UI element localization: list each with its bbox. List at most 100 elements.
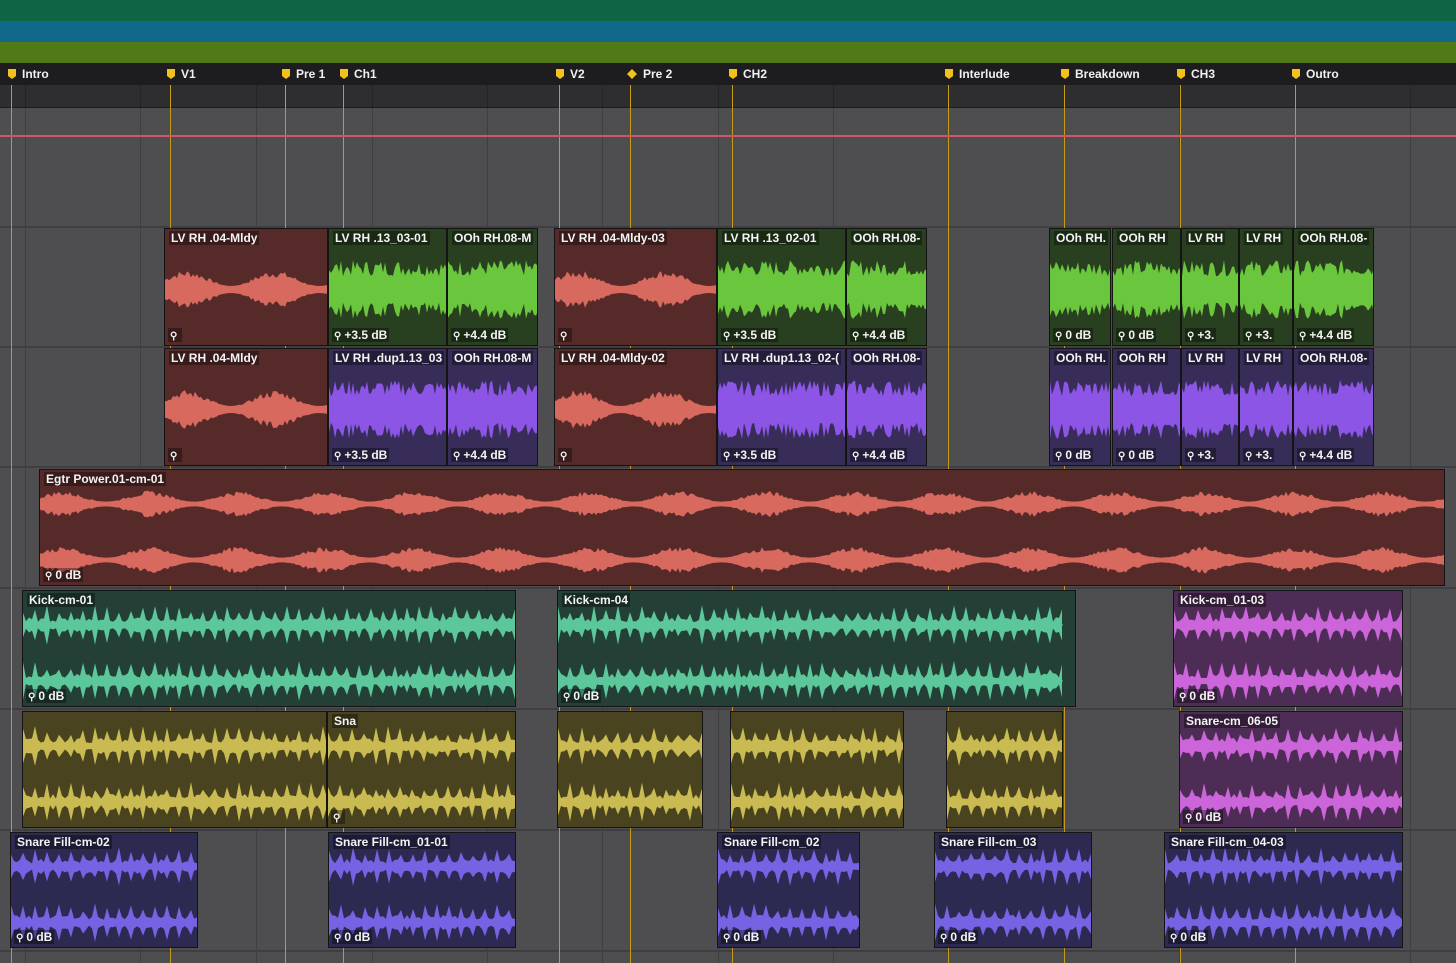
clip-gain[interactable]: ⚲ <box>558 448 573 462</box>
clip-vocal-a[interactable]: LV RH .13_02-01 ⚲ +3.5 dB <box>717 228 846 346</box>
clip-gain[interactable]: ⚲ +4.4 dB <box>850 448 908 462</box>
clip-gain[interactable]: ⚲ 0 dB <box>1116 328 1157 342</box>
clip-gain[interactable]: ⚲ 0 dB <box>1177 689 1218 703</box>
marker[interactable]: Pre 2 <box>627 63 672 85</box>
clip-vocal-b[interactable]: OOh RH ⚲ 0 dB <box>1112 348 1181 466</box>
clip-gain[interactable]: ⚲ <box>558 328 573 342</box>
clip-gain[interactable]: ⚲ 0 dB <box>561 689 602 703</box>
clip-snare[interactable]: ⚲ <box>946 711 1063 828</box>
clip-gain[interactable]: ⚲ 0 dB <box>721 930 762 944</box>
clip-gain[interactable]: ⚲ 0 dB <box>1168 930 1209 944</box>
clip-vocal-b[interactable]: LV RH ⚲ +3. <box>1239 348 1293 466</box>
clip-gain[interactable]: ⚲ <box>331 810 346 824</box>
clip-vocal-b[interactable]: LV RH .dup1.13_03 ⚲ +3.5 dB <box>328 348 447 466</box>
marker-ruler[interactable] <box>0 63 1456 85</box>
clip-vocal-a[interactable]: LV RH .13_03-01 ⚲ +3.5 dB <box>328 228 447 346</box>
clip-gain[interactable]: ⚲ +3.5 dB <box>332 448 390 462</box>
clip-guitar[interactable]: Egtr Power.01-cm-01 ⚲ 0 dB <box>39 469 1445 586</box>
clip-gain[interactable]: ⚲ +3. <box>1185 448 1217 462</box>
clip-gain[interactable]: ⚲ +4.4 dB <box>451 448 509 462</box>
clip-gain[interactable]: ⚲ +3.5 dB <box>332 328 390 342</box>
clip-gain-icon: ⚲ <box>334 933 342 944</box>
clip-kick[interactable]: Kick-cm_01-03 ⚲ 0 dB <box>1173 590 1403 707</box>
marker[interactable]: V2 <box>556 63 585 85</box>
clip-snare-fill[interactable]: Snare Fill-cm-02 ⚲ 0 dB <box>10 832 198 948</box>
clip-vocal-a[interactable]: LV RH ⚲ +3. <box>1181 228 1239 346</box>
clip-gain-value: +4.4 dB <box>862 328 906 342</box>
clip-snare[interactable]: Sna ⚲ <box>327 711 516 828</box>
marker-label: CH3 <box>1191 67 1216 81</box>
clip-snare-fill[interactable]: Snare Fill-cm_01-01 ⚲ 0 dB <box>328 832 516 948</box>
clip-vocal-b[interactable]: OOh RH.08- ⚲ +4.4 dB <box>846 348 927 466</box>
marker-label: V2 <box>570 67 585 81</box>
clip-vocal-b[interactable]: OOh RH.08-M ⚲ +4.4 dB <box>447 348 538 466</box>
clip-gain[interactable]: ⚲ 0 dB <box>14 930 55 944</box>
clip-gain[interactable]: ⚲ 0 dB <box>332 930 373 944</box>
clip-gain[interactable]: ⚲ 0 dB <box>1183 810 1224 824</box>
marker[interactable]: CH2 <box>729 63 767 85</box>
marker[interactable]: Outro <box>1292 63 1339 85</box>
clip-gain-icon: ⚲ <box>170 451 178 462</box>
clip-vocal-a[interactable]: OOh RH ⚲ 0 dB <box>1112 228 1181 346</box>
clip-gain[interactable]: ⚲ 0 dB <box>43 568 84 582</box>
marker[interactable]: Breakdown <box>1061 63 1140 85</box>
clip-vocal-a[interactable]: OOh RH.08- ⚲ +4.4 dB <box>846 228 927 346</box>
clip-vocal-b[interactable]: OOh RH.08- ⚲ +4.4 dB <box>1293 348 1374 466</box>
clip-gain[interactable]: ⚲ +4.4 dB <box>1297 328 1355 342</box>
clip-vocal-b[interactable]: OOh RH. ⚲ 0 dB <box>1049 348 1111 466</box>
marker[interactable]: Intro <box>8 63 49 85</box>
clip-vocal-a[interactable]: OOh RH. ⚲ 0 dB <box>1049 228 1111 346</box>
clip-snare[interactable]: ⚲ <box>22 711 327 828</box>
marker[interactable]: Ch1 <box>340 63 377 85</box>
waveform <box>1113 260 1180 319</box>
clip-snare[interactable]: ⚲ <box>557 711 703 828</box>
clip-gain[interactable]: ⚲ +3. <box>1185 328 1217 342</box>
waveform <box>23 782 326 822</box>
clip-vocal-a[interactable]: OOh RH.08-M ⚲ +4.4 dB <box>447 228 538 346</box>
clip-gain[interactable]: ⚲ +4.4 dB <box>850 328 908 342</box>
clip-vocal-b[interactable]: LV RH .04-Mldy ⚲ <box>164 348 328 466</box>
clip-gain[interactable]: ⚲ <box>168 328 183 342</box>
clip-gain[interactable]: ⚲ <box>168 448 183 462</box>
clip-gain-value: 0 dB <box>950 930 977 944</box>
clip-gain-value: 0 dB <box>38 689 65 703</box>
clip-gain[interactable]: ⚲ 0 dB <box>1053 448 1094 462</box>
clip-vocal-b[interactable]: LV RH .dup1.13_02-(⚲ +3.5 dB <box>717 348 846 466</box>
clip-gain[interactable]: ⚲ 0 dB <box>938 930 979 944</box>
clip-gain-value: +3.5 dB <box>344 328 388 342</box>
clip-gain[interactable]: ⚲ +4.4 dB <box>451 328 509 342</box>
clip-vocal-b[interactable]: LV RH ⚲ +3. <box>1181 348 1239 466</box>
marker[interactable]: Interlude <box>945 63 1010 85</box>
clip-kick[interactable]: Kick-cm-04 ⚲ 0 dB <box>557 590 1076 707</box>
clip-gain[interactable]: ⚲ +3.5 dB <box>721 448 779 462</box>
clip-gain-icon: ⚲ <box>723 331 731 342</box>
clip-gain[interactable]: ⚲ 0 dB <box>26 689 67 703</box>
clip-gain[interactable]: ⚲ +3. <box>1243 328 1275 342</box>
clip-vocal-a[interactable]: LV RH .04-Mldy-03 ⚲ <box>554 228 717 346</box>
clip-snare-fill[interactable]: Snare Fill-cm_02 ⚲ 0 dB <box>717 832 860 948</box>
clip-snare-fill[interactable]: Snare Fill-cm_03 ⚲ 0 dB <box>934 832 1092 948</box>
waveform <box>40 490 1444 518</box>
clip-snare[interactable]: ⚲ <box>730 711 904 828</box>
clip-snare-fill[interactable]: Snare Fill-cm_04-03 ⚲ 0 dB <box>1164 832 1403 948</box>
clip-gain-icon: ⚲ <box>453 451 461 462</box>
clip-gain[interactable]: ⚲ 0 dB <box>1053 328 1094 342</box>
clip-gain[interactable]: ⚲ 0 dB <box>1116 448 1157 462</box>
clip-gain[interactable]: ⚲ +3.5 dB <box>721 328 779 342</box>
clip-gain-icon: ⚲ <box>1187 331 1195 342</box>
clip-vocal-b[interactable]: LV RH .04-Mldy-02 ⚲ <box>554 348 717 466</box>
clip-vocal-a[interactable]: LV RH .04-Mldy ⚲ <box>164 228 328 346</box>
clip-kick[interactable]: Kick-cm-01 ⚲ 0 dB <box>22 590 516 707</box>
marker[interactable]: Pre 1 <box>282 63 325 85</box>
timeline-ruler[interactable] <box>0 85 1456 108</box>
clip-vocal-a[interactable]: OOh RH.08- ⚲ +4.4 dB <box>1293 228 1374 346</box>
clip-gain-value: +4.4 dB <box>1309 448 1353 462</box>
clip-gain[interactable]: ⚲ +3. <box>1243 448 1275 462</box>
clip-snare[interactable]: Snare-cm_06-05 ⚲ 0 dB <box>1179 711 1403 828</box>
marker[interactable]: CH3 <box>1177 63 1215 85</box>
marker[interactable]: V1 <box>167 63 196 85</box>
clip-name: LV RH .dup1.13_03 <box>333 351 445 365</box>
clip-gain[interactable]: ⚲ +4.4 dB <box>1297 448 1355 462</box>
clip-vocal-a[interactable]: LV RH ⚲ +3. <box>1239 228 1293 346</box>
waveform <box>23 661 515 701</box>
